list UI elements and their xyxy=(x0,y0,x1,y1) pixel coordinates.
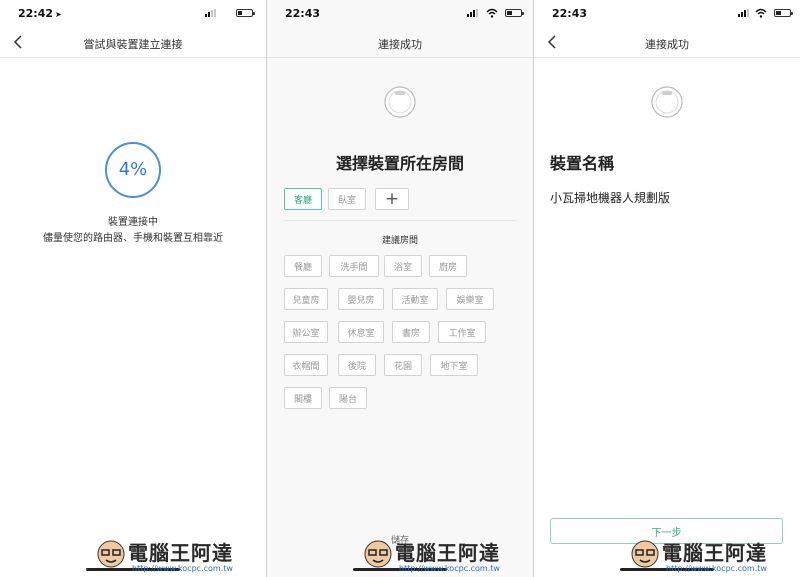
suggested-room-chip[interactable]: 餐廳 xyxy=(284,255,322,277)
screen-connecting: 22:42 ➤ 嘗試與裝置建立連接 4% 裝置連接中 儘量使您的路由器、手機和裝置… xyxy=(0,0,266,577)
room-chip-selected[interactable]: 客廳 xyxy=(284,188,322,210)
watermark-brand: 電腦王阿達 xyxy=(662,541,767,565)
page-title: 連接成功 xyxy=(378,38,422,51)
suggested-room-chip[interactable]: 娛樂室 xyxy=(446,288,494,310)
suggested-room-chip[interactable]: 洗手間 xyxy=(329,255,379,277)
suggested-room-chip[interactable]: 廚房 xyxy=(429,255,467,277)
suggested-room-chip[interactable]: 閣樓 xyxy=(284,387,322,409)
watermark-brand: 電腦王阿達 xyxy=(395,541,500,565)
screen-device-name: 22:43 連接成功 裝置名稱 小瓦掃地機器人規劃版 下一步 電腦王阿達 htt… xyxy=(534,0,800,577)
battery-icon xyxy=(774,9,793,17)
status-time: 22:42 ➤ xyxy=(18,7,62,20)
room-chip[interactable]: 臥室 xyxy=(328,188,366,210)
nav-bar: 嘗試與裝置建立連接 xyxy=(0,26,266,58)
cellular-signal-icon xyxy=(205,9,216,17)
watermark: 電腦王阿達 http://www.kocpc.com.tw xyxy=(96,523,266,577)
status-bar: 22:42 ➤ xyxy=(0,0,266,24)
watermark: 電腦王阿達 http://www.kocpc.com.tw xyxy=(363,523,533,577)
cellular-signal-icon xyxy=(738,9,749,17)
battery-icon xyxy=(505,9,524,17)
mascot-face-icon xyxy=(364,540,392,568)
device-name-heading: 裝置名稱 xyxy=(550,154,615,173)
divider xyxy=(284,220,516,221)
robot-vacuum-icon xyxy=(384,86,416,118)
status-bar: 22:43 xyxy=(267,0,533,24)
status-time: 22:43 xyxy=(285,7,321,20)
nav-bar: 連接成功 xyxy=(534,26,800,58)
suggested-room-chip[interactable]: 後院 xyxy=(338,354,376,376)
suggested-rooms-label: 建議房間 xyxy=(381,236,418,246)
wifi-icon xyxy=(486,8,498,18)
location-arrow-icon: ➤ xyxy=(55,10,62,19)
suggested-room-chip[interactable]: 嬰兒房 xyxy=(338,288,384,310)
suggested-room-chip[interactable]: 浴室 xyxy=(384,255,422,277)
progress-ring: 4% xyxy=(105,142,161,198)
suggested-room-chip[interactable]: 活動室 xyxy=(392,288,438,310)
plus-icon: + xyxy=(384,189,400,209)
mascot-face-icon xyxy=(97,540,125,568)
watermark-url: http://www.kocpc.com.tw xyxy=(666,564,767,573)
cellular-signal-icon xyxy=(467,9,478,17)
status-time: 22:43 xyxy=(552,7,588,20)
page-title: 嘗試與裝置建立連接 xyxy=(83,38,183,51)
choose-room-heading: 選擇裝置所在房間 xyxy=(335,154,464,173)
status-bar: 22:43 xyxy=(534,0,800,24)
suggested-room-chip[interactable]: 地下室 xyxy=(430,354,478,376)
mascot-face-icon xyxy=(631,540,659,568)
watermark-url: http://www.kocpc.com.tw xyxy=(399,564,500,573)
battery-icon xyxy=(236,9,255,17)
wifi-icon xyxy=(755,8,767,18)
robot-vacuum-icon xyxy=(651,86,683,118)
suggested-room-chip[interactable]: 兒童房 xyxy=(284,288,328,310)
screen-choose-room: 22:43 連接成功 選擇裝置所在房間 客廳 臥室 + 建議房間 餐廳 洗手間 … xyxy=(267,0,533,577)
suggested-room-chip[interactable]: 花園 xyxy=(384,354,422,376)
suggested-room-chip[interactable]: 陽台 xyxy=(329,387,367,409)
nav-bar: 連接成功 xyxy=(267,26,533,58)
connection-hint-text: 儘量使您的路由器、手機和裝置互相靠近 xyxy=(43,233,223,244)
connection-status-text: 裝置連接中 xyxy=(108,217,158,228)
suggested-room-chip[interactable]: 辦公室 xyxy=(284,321,328,343)
watermark-url: http://www.kocpc.com.tw xyxy=(132,564,233,573)
add-room-button[interactable]: + xyxy=(375,188,409,210)
watermark: 電腦王阿達 http://www.kocpc.com.tw xyxy=(630,523,800,577)
progress-percent: 4% xyxy=(118,159,148,180)
suggested-room-chip[interactable]: 休息室 xyxy=(338,321,384,343)
device-name-input[interactable]: 小瓦掃地機器人規劃版 xyxy=(550,189,670,206)
suggested-room-chip[interactable]: 衣帽間 xyxy=(284,354,328,376)
suggested-room-chip[interactable]: 工作室 xyxy=(438,321,486,343)
suggested-room-chip[interactable]: 書房 xyxy=(392,321,430,343)
page-title: 連接成功 xyxy=(645,38,689,51)
watermark-brand: 電腦王阿達 xyxy=(128,541,233,565)
